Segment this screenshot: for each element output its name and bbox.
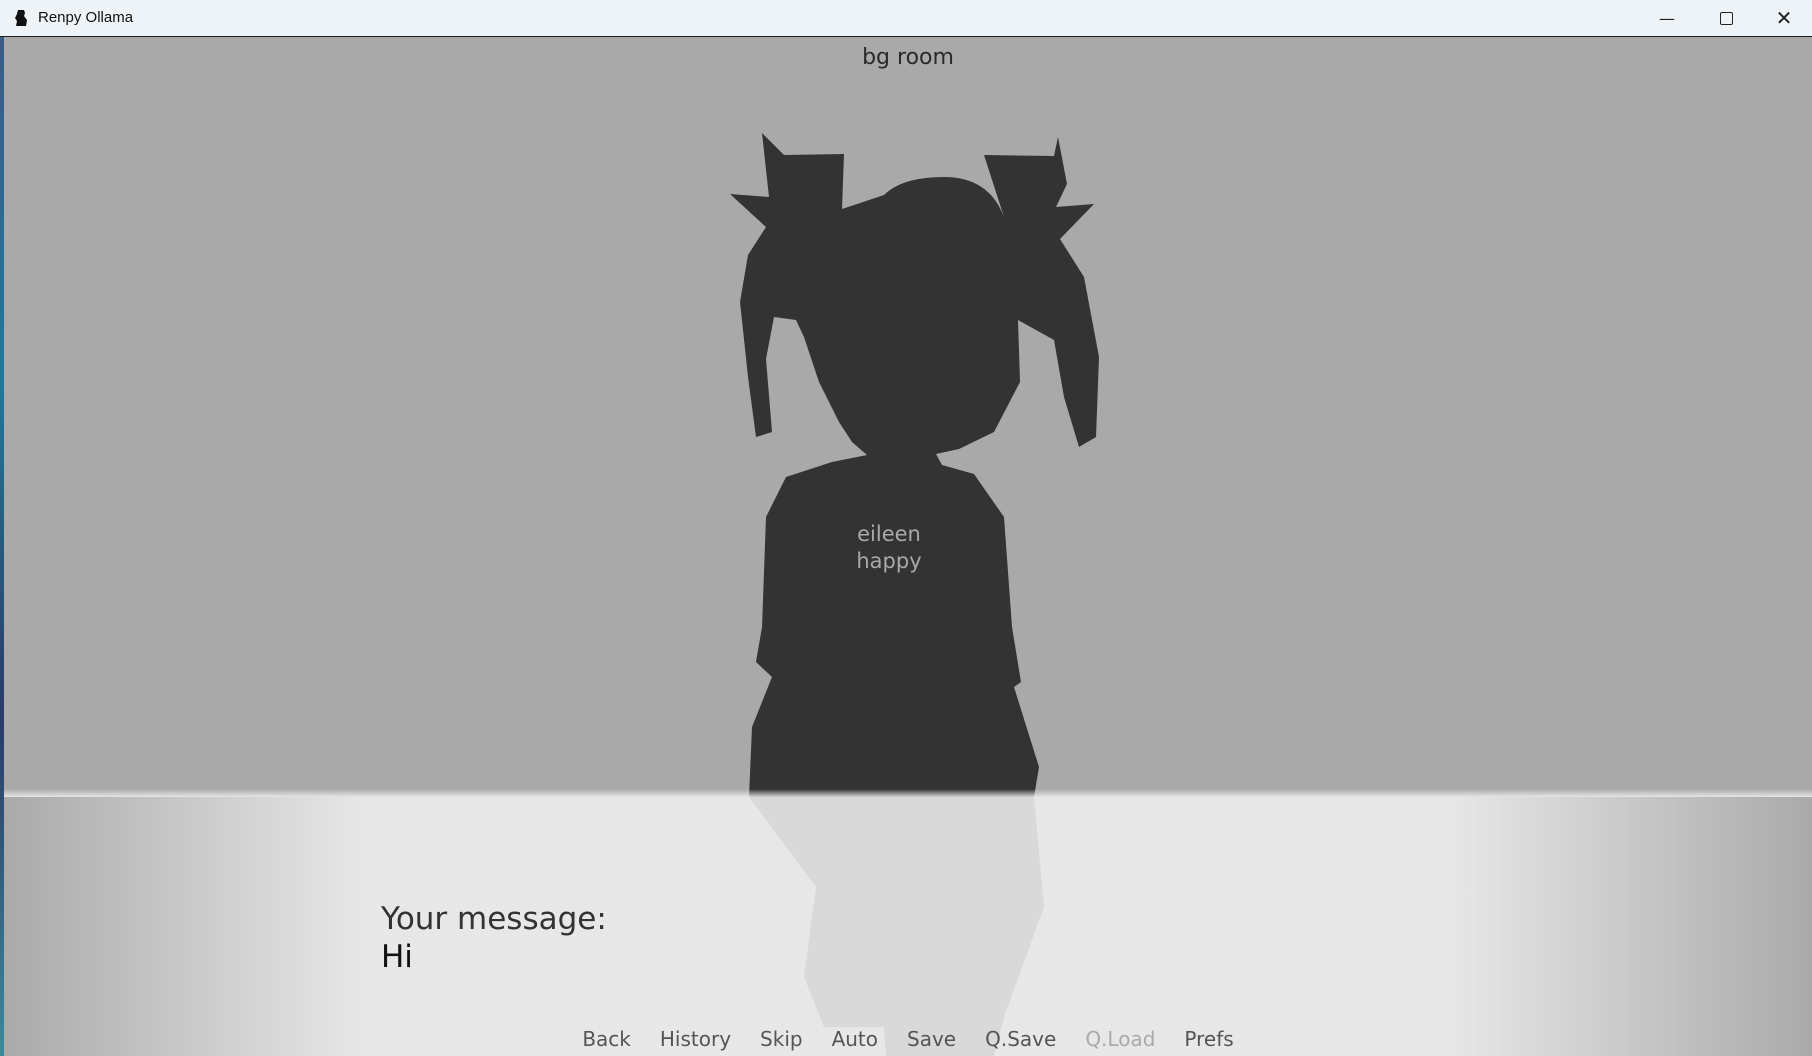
character-label: eileen happy (834, 521, 944, 575)
quick-save-button[interactable]: Q.Save (985, 1027, 1056, 1051)
maximize-button[interactable] (1697, 0, 1755, 36)
quick-load-button: Q.Load (1085, 1027, 1156, 1051)
close-icon: ✕ (1775, 6, 1793, 30)
dialogue-text: Hi (381, 939, 413, 975)
back-button[interactable]: Back (582, 1027, 631, 1051)
save-button[interactable]: Save (907, 1027, 956, 1051)
dialogue-window[interactable]: Your message: Hi (4, 789, 1812, 1056)
minimize-button[interactable]: — (1638, 0, 1696, 36)
skip-button[interactable]: Skip (760, 1027, 803, 1051)
character-expression: happy (856, 549, 922, 573)
quick-menu: Back History Skip Auto Save Q.Save Q.Loa… (4, 1027, 1812, 1051)
character-name: eileen (857, 522, 921, 546)
speaker-name: Your message: (381, 901, 607, 937)
prefs-button[interactable]: Prefs (1184, 1027, 1233, 1051)
minimize-icon: — (1659, 8, 1675, 28)
title-bar: Renpy Ollama — ✕ (0, 0, 1812, 37)
window-title: Renpy Ollama (38, 9, 134, 26)
maximize-icon (1719, 11, 1733, 25)
game-screen[interactable]: bg room eileen happy Your message: Hi Ba… (4, 37, 1812, 1056)
close-button[interactable]: ✕ (1755, 0, 1812, 36)
auto-button[interactable]: Auto (832, 1027, 878, 1051)
history-button[interactable]: History (660, 1027, 731, 1051)
renpy-icon (15, 10, 27, 26)
